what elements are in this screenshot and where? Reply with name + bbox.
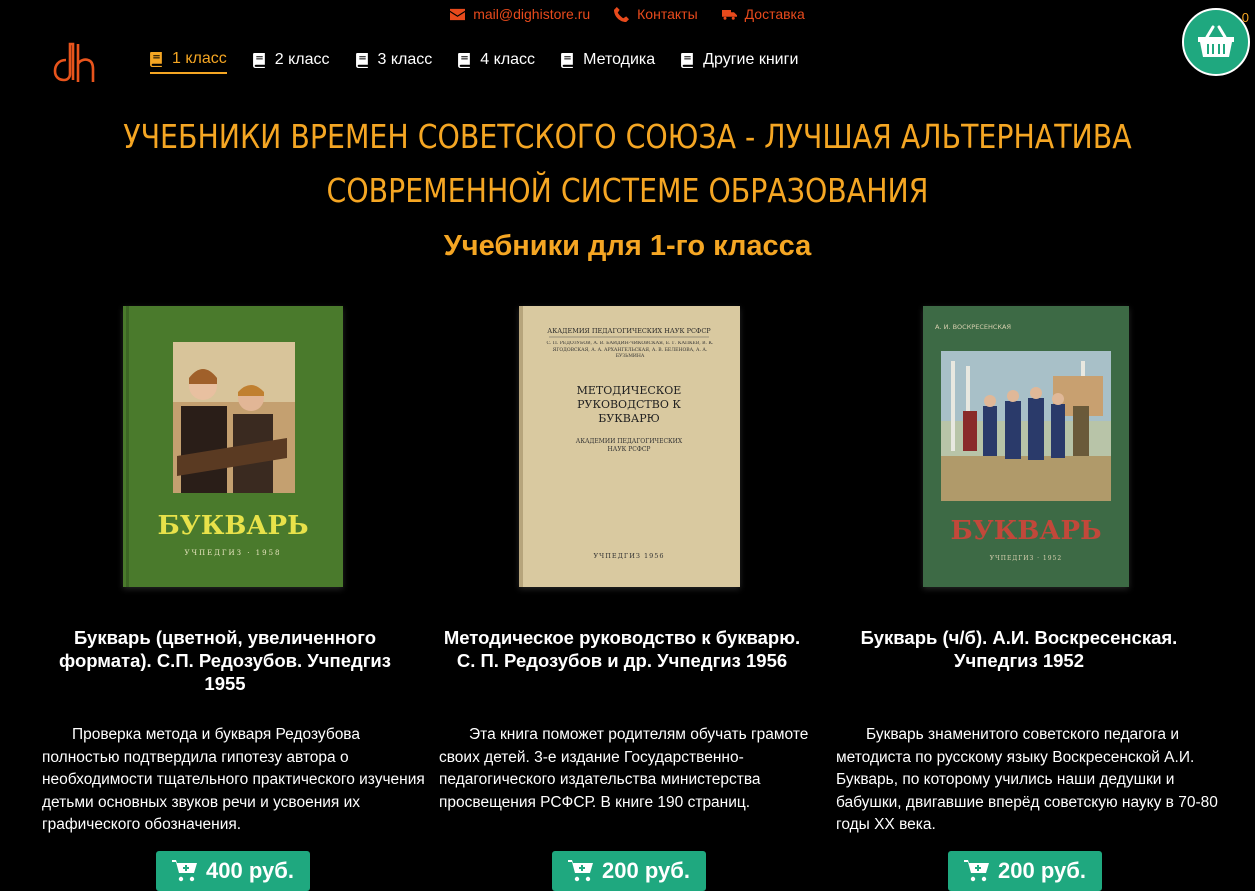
email-link[interactable]: mail@dighistore.ru (450, 6, 590, 22)
section-title: Учебники для 1-го класса (443, 230, 812, 262)
book-icon (681, 52, 694, 68)
product-title[interactable]: Методическое руководство к букварю. С. П… (437, 626, 807, 672)
cart-button[interactable] (1182, 8, 1250, 76)
cover-publisher: УЧПЕДГИЗ · 1958 (185, 549, 282, 557)
contacts-text: Контакты (637, 6, 698, 22)
cover-publisher: УЧПЕДГИЗ 1956 (593, 552, 664, 560)
cover-illustration: БУКВАРЬ УЧПЕДГИЗ · 1958 (123, 306, 343, 587)
main-nav: 1 класс 2 класс 3 класс 4 класс Методика… (150, 50, 798, 74)
cover-publisher: УЧПЕДГИЗ · 1952 (990, 555, 1062, 562)
product-cover-image[interactable]: АКАДЕМИЯ ПЕДАГОГИЧЕСКИХ НАУК РСФСР С. П.… (519, 306, 740, 587)
basket-icon (1198, 25, 1234, 57)
cover-illustration: АКАДЕМИЯ ПЕДАГОГИЧЕСКИХ НАУК РСФСР С. П.… (519, 306, 740, 587)
cover-illustration: А. И. ВОСКРЕСЕНСКАЯ БУКВАРЬ УЧПЕДГИЗ · 1… (923, 306, 1129, 587)
nav-item-label: 2 класс (274, 51, 330, 68)
price-label: 400 руб. (206, 858, 294, 883)
cover-author: А. И. ВОСКРЕСЕНСКАЯ (935, 323, 1011, 331)
product-title[interactable]: Букварь (цветной, увеличенного формата).… (40, 626, 410, 695)
add-to-cart-button[interactable]: 200 руб. (948, 851, 1102, 891)
cover-title: БУКВАРЬ (157, 511, 308, 541)
product-title[interactable]: Букварь (ч/б). А.И. Воскресенская. Учпед… (834, 626, 1204, 672)
delivery-link[interactable]: Доставка (721, 6, 805, 22)
product-description: Букварь знаменитого советского педагога … (836, 726, 1218, 833)
nav-item-metodika[interactable]: Методика (561, 50, 655, 74)
cart-count: 0 (1241, 10, 1249, 25)
cover-title: БУКВАРЬ (950, 516, 1101, 546)
cover-title: МЕТОДИЧЕСКОЕ РУКОВОДСТВО К БУКВАРЮ (576, 384, 682, 425)
cart-add-icon (568, 860, 594, 882)
hero-line-2: СОВРЕМЕННОЙ СИСТЕМЕ ОБРАЗОВАНИЯ (326, 171, 929, 210)
book-icon (355, 52, 368, 68)
nav-item-label: Другие книги (703, 51, 799, 68)
price-label: 200 руб. (602, 858, 690, 883)
hero-line-1: УЧЕБНИКИ ВРЕМЕН СОВЕТСКОГО СОЮЗА - ЛУЧША… (123, 117, 1132, 156)
cover-academy: АКАДЕМИЯ ПЕДАГОГИЧЕСКИХ НАУК РСФСР (547, 327, 711, 335)
phone-icon (614, 6, 630, 22)
product-description: Проверка метода и букваря Редозубова пол… (42, 726, 425, 833)
nav-item-2-klass[interactable]: 2 класс (252, 50, 330, 74)
nav-item-drugie-knigi[interactable]: Другие книги (681, 50, 798, 74)
product-cover-image[interactable]: БУКВАРЬ УЧПЕДГИЗ · 1958 (123, 306, 343, 587)
nav-item-4-klass[interactable]: 4 класс (458, 50, 535, 74)
cart-add-icon (172, 860, 198, 882)
add-to-cart-button[interactable]: 400 руб. (156, 851, 310, 891)
cover-subtitle: АКАДЕМИИ ПЕДАГОГИЧЕСКИХ НАУК РСФСР (575, 438, 683, 453)
delivery-text: Доставка (744, 6, 805, 22)
envelope-icon (450, 8, 466, 20)
email-text: mail@dighistore.ru (473, 6, 591, 22)
add-to-cart-button[interactable]: 200 руб. (552, 851, 706, 891)
nav-item-label: Методика (583, 51, 656, 68)
nav-item-label: 4 класс (480, 51, 536, 68)
book-icon (150, 51, 162, 67)
truck-icon (721, 9, 737, 20)
nav-item-label: 3 класс (377, 51, 433, 68)
product-cover-image[interactable]: А. И. ВОСКРЕСЕНСКАЯ БУКВАРЬ УЧПЕДГИЗ · 1… (923, 306, 1129, 587)
book-icon (252, 52, 265, 68)
top-contact-bar: mail@dighistore.ru Контакты Доставка (0, 6, 1255, 22)
site-logo[interactable] (52, 42, 98, 84)
book-icon (561, 52, 573, 68)
nav-item-1-klass[interactable]: 1 класс (150, 50, 227, 74)
book-icon (458, 52, 471, 68)
product-description: Эта книга поможет родителям обучать грам… (439, 726, 809, 811)
cart-add-icon (964, 860, 990, 882)
cover-authors: С. П. РЕДОЗУБОВ, А. В. БАЙДИН-ЧИКОВСКАЯ,… (546, 341, 714, 360)
nav-item-label: 1 класс (172, 50, 227, 67)
price-label: 200 руб. (998, 858, 1086, 883)
nav-item-3-klass[interactable]: 3 класс (355, 50, 433, 74)
hero-heading: УЧЕБНИКИ ВРЕМЕН СОВЕТСКОГО СОЮЗА - ЛУЧША… (88, 110, 1167, 218)
contacts-link[interactable]: Контакты (614, 6, 698, 22)
